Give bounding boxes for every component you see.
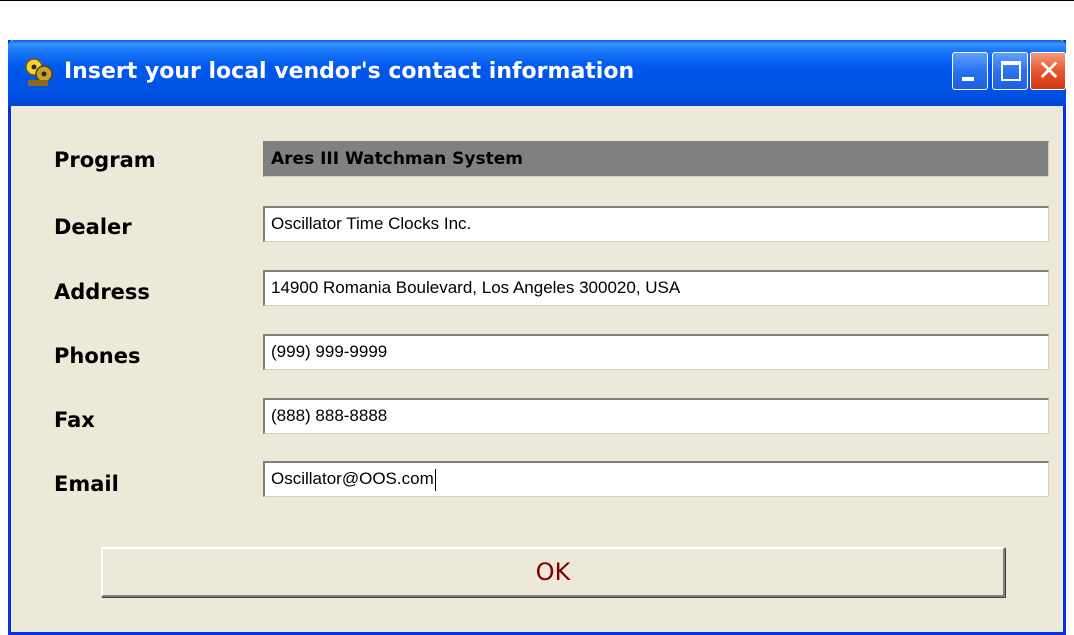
program-label: Program [54,148,156,172]
phones-field[interactable]: (999) 999-9999 [263,334,1049,370]
top-divider [0,0,1074,1]
ok-button[interactable]: OK [101,547,1005,597]
minimize-icon [962,77,974,81]
email-value: Oscillator@OOS.com [271,469,434,488]
email-field[interactable]: Oscillator@OOS.com [263,461,1049,497]
text-caret [434,468,436,491]
dialog-window: Insert your local vendor's contact infor… [8,40,1066,635]
email-label: Email [54,472,119,496]
address-label: Address [54,280,150,304]
window-title: Insert your local vendor's contact infor… [64,59,635,84]
address-field[interactable]: 14900 Romania Boulevard, Los Angeles 300… [263,270,1049,306]
fax-label: Fax [54,408,95,432]
minimize-button[interactable] [952,52,988,90]
dealer-label: Dealer [54,215,132,239]
fax-field[interactable]: (888) 888-8888 [263,398,1049,434]
phones-label: Phones [54,344,141,368]
title-bar[interactable]: Insert your local vendor's contact infor… [8,40,1066,106]
app-icon [25,58,53,86]
maximize-button[interactable] [992,52,1028,90]
close-icon: ✕ [1037,54,1061,87]
program-field: Ares III Watchman System [263,141,1049,177]
dealer-field[interactable]: Oscillator Time Clocks Inc. [263,206,1049,242]
maximize-icon [1001,61,1021,81]
close-button[interactable]: ✕ [1030,52,1066,90]
